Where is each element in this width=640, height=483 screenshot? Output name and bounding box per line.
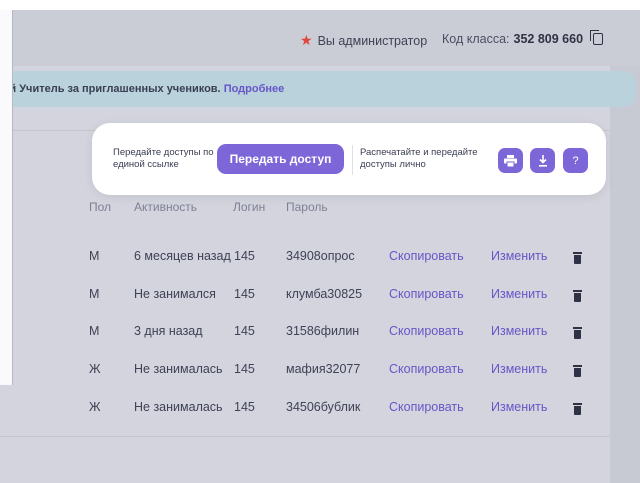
cell-password: клумба30825: [286, 287, 363, 301]
trash-icon[interactable]: [573, 365, 582, 377]
cell-activity: 3 дня назад: [134, 324, 203, 338]
copy-button[interactable]: Скопировать: [389, 362, 464, 376]
cell-sex: М: [89, 249, 100, 263]
trash-icon[interactable]: [573, 290, 582, 302]
cell-sex: Ж: [89, 400, 101, 414]
copy-button[interactable]: Скопировать: [389, 249, 464, 263]
edit-button[interactable]: Изменить: [491, 249, 547, 263]
side-panel: [0, 10, 12, 384]
cell-activity: 6 месяцев назад: [134, 249, 231, 263]
cell-sex: М: [89, 287, 100, 301]
popup-divider: [352, 145, 353, 175]
copy-icon[interactable]: [590, 30, 604, 45]
more-link[interactable]: Подробнее: [224, 83, 285, 95]
cell-login: 145: [234, 362, 255, 376]
cell-sex: Ж: [89, 362, 101, 376]
class-code: Код класса: 352 809 660: [442, 30, 604, 46]
cell-password: мафия32077: [286, 362, 361, 376]
edit-button[interactable]: Изменить: [491, 287, 547, 301]
class-code-value: 352 809 660: [513, 32, 584, 46]
table-row: Ж Не занималась 145 мафия32077 Скопирова…: [0, 362, 610, 382]
share-access-button[interactable]: Передать доступ: [217, 144, 344, 174]
cell-password: 34908опрос: [286, 249, 355, 263]
table-row: М Не занимался 145 клумба30825 Скопирова…: [0, 287, 610, 307]
print-icon: [504, 154, 517, 167]
help-button[interactable]: ?: [563, 148, 588, 173]
column-header-activity: Активность: [134, 200, 198, 214]
cell-login: 145: [234, 287, 255, 301]
table-row: М 3 дня назад 145 31586филин Скопировать…: [0, 324, 610, 344]
cell-activity: Не занималась: [134, 362, 223, 376]
copy-button[interactable]: Скопировать: [389, 400, 464, 414]
star-icon: ★: [300, 32, 313, 48]
banner-message: ый Учитель за приглашенных учеников.: [0, 83, 221, 95]
cell-activity: Не занимался: [134, 287, 216, 301]
download-icon: [538, 154, 547, 167]
edit-button[interactable]: Изменить: [491, 324, 547, 338]
edit-button[interactable]: Изменить: [491, 362, 547, 376]
column-header-password: Пароль: [286, 200, 328, 214]
print-description: Распечатайте и передайте доступы лично: [360, 147, 478, 170]
print-button[interactable]: [498, 148, 523, 173]
trash-icon[interactable]: [573, 252, 582, 264]
trash-icon[interactable]: [573, 403, 582, 415]
cell-activity: Не занималась: [134, 400, 223, 414]
cell-login: 145: [234, 249, 255, 263]
trash-icon[interactable]: [573, 327, 582, 339]
divider: [0, 436, 610, 437]
download-button[interactable]: [530, 148, 555, 173]
table-row: М 6 месяцев назад 145 34908опрос Скопиро…: [0, 249, 610, 269]
cell-password: 31586филин: [286, 324, 360, 338]
class-code-label: Код класса:: [442, 32, 510, 46]
edit-button[interactable]: Изменить: [491, 400, 547, 414]
column-header-sex: Пол: [89, 200, 112, 214]
cell-login: 145: [234, 400, 255, 414]
admin-label: Вы администратор: [317, 33, 428, 48]
copy-button[interactable]: Скопировать: [389, 287, 464, 301]
cell-login: 145: [234, 324, 255, 338]
table-row: Ж Не занималась 145 34506бублик Скопиров…: [0, 400, 610, 420]
banner-text: ый Учитель за приглашенных учеников. Под…: [0, 83, 284, 95]
admin-status: ★ Вы администратор: [300, 32, 427, 49]
column-header-login: Логин: [233, 200, 266, 214]
copy-button[interactable]: Скопировать: [389, 324, 464, 338]
share-description: Передайте доступы по единой ссылке: [113, 147, 214, 170]
cell-password: 34506бублик: [286, 400, 361, 414]
share-access-popup: Передайте доступы по единой ссылке Перед…: [92, 123, 606, 195]
cell-sex: М: [89, 324, 100, 338]
